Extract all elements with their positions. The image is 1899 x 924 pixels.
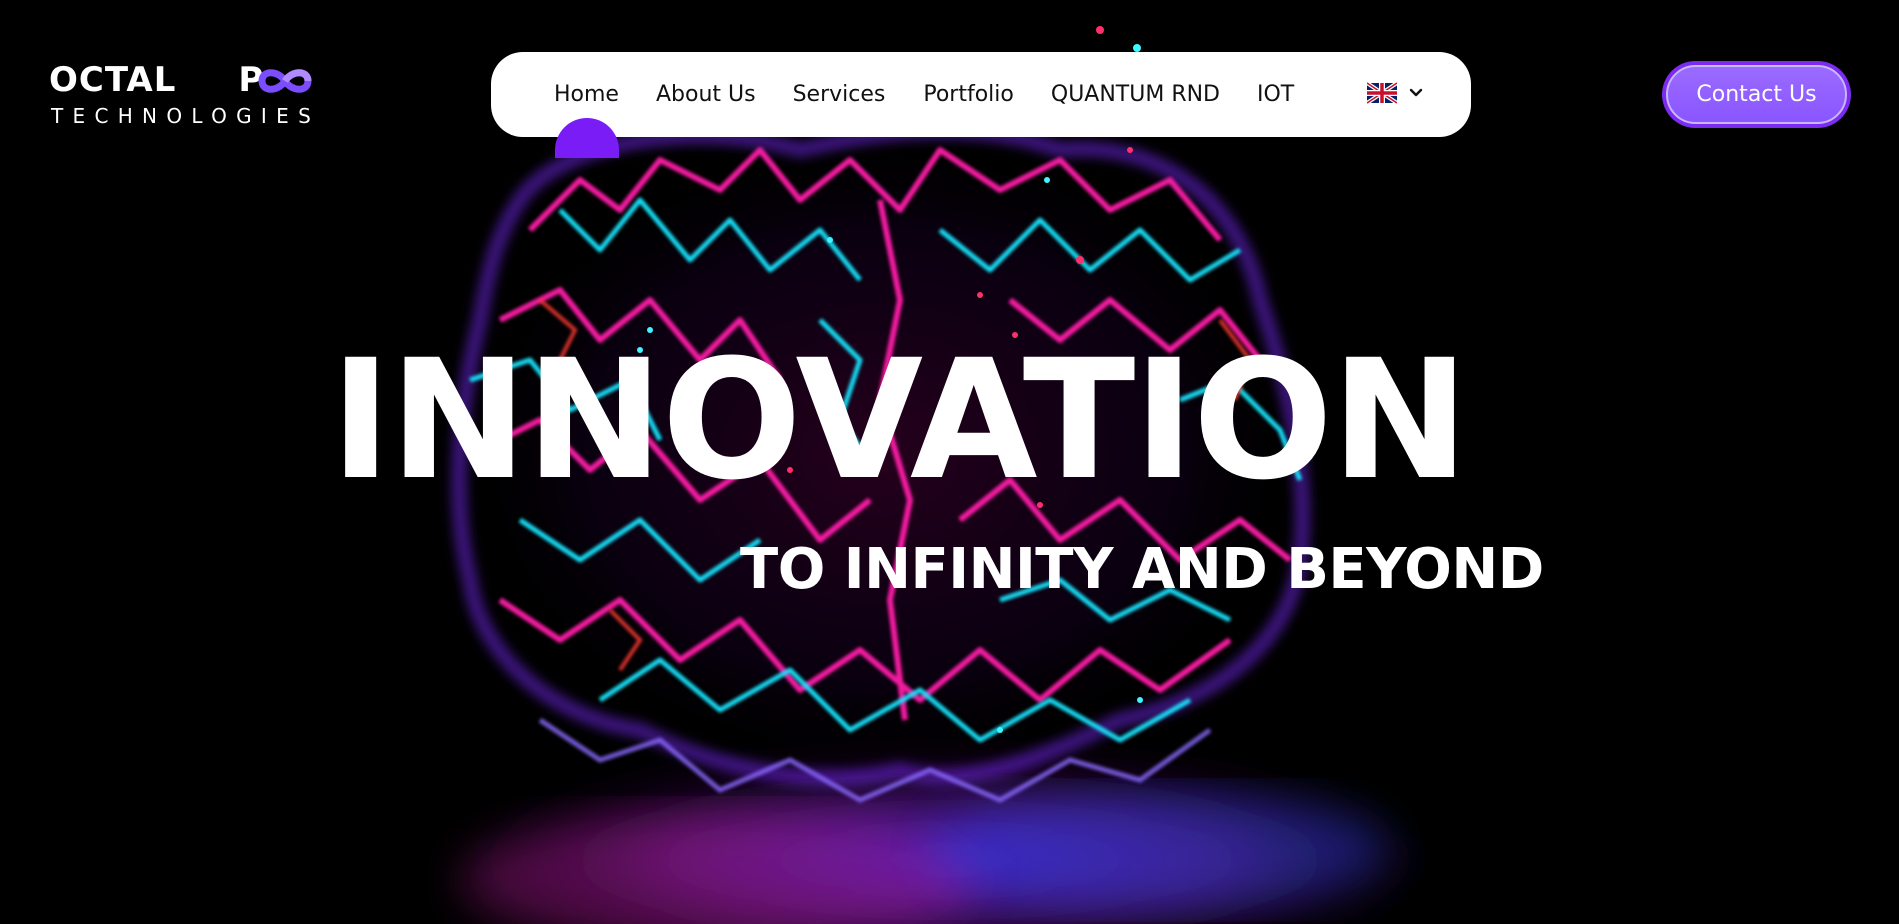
brand-wordmark: OCTAL P: [49, 62, 264, 98]
nav-item-iot[interactable]: IOT: [1257, 52, 1294, 137]
uk-flag-icon: [1367, 82, 1397, 104]
brand-logo[interactable]: OCTAL P TECHNOLOGIES: [49, 62, 312, 132]
home-page: OCTAL P TECHNOLOGIES Home About Us Servic…: [0, 0, 1899, 924]
nav-item-portfolio[interactable]: Portfolio: [923, 52, 1014, 137]
language-selector[interactable]: [1367, 82, 1423, 104]
nav-item-quantum-rnd[interactable]: QUANTUM RND: [1051, 52, 1220, 137]
contact-us-button[interactable]: Contact Us: [1662, 61, 1851, 128]
contact-us-label: Contact Us: [1666, 65, 1847, 124]
brand-subtitle: TECHNOLOGIES: [51, 104, 321, 128]
hero-headline: INNOVATION: [330, 324, 1469, 516]
nav-list: Home About Us Services Portfolio QUANTUM…: [554, 52, 1294, 137]
infinity-loop-icon: [258, 69, 312, 93]
nav-item-services[interactable]: Services: [793, 52, 886, 137]
chevron-down-icon: [1409, 88, 1423, 97]
brand-wordmark-start: OCTAL: [49, 60, 177, 100]
nav-item-about-us[interactable]: About Us: [656, 52, 756, 137]
nav-item-home[interactable]: Home: [554, 52, 619, 137]
hero-tagline: TO INFINITY AND BEYOND: [740, 537, 1544, 602]
main-navigation: Home About Us Services Portfolio QUANTUM…: [491, 52, 1471, 158]
